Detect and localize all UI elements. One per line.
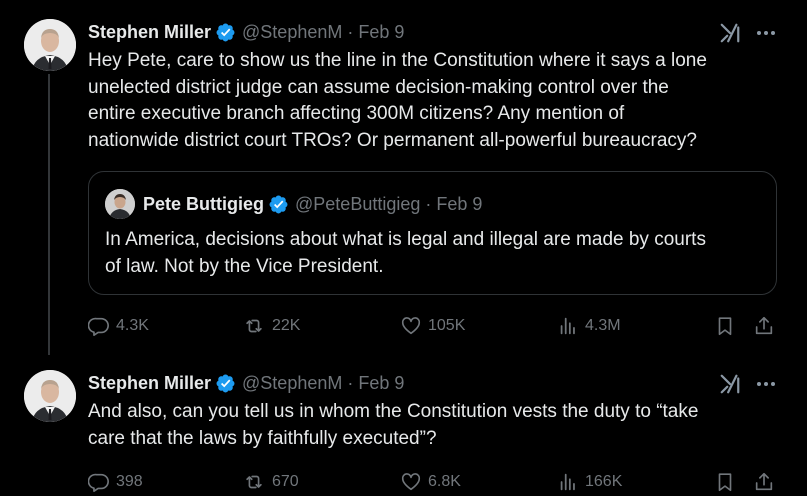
tweet-1[interactable]: Stephen Miller @StephenM · Feb 9 Hey Pet… — [0, 0, 807, 355]
view-count: 4.3M — [585, 317, 621, 334]
tweet-text: Hey Pete, care to show us the line in th… — [88, 50, 707, 151]
more-icon[interactable] — [755, 23, 777, 43]
repost-icon — [246, 475, 262, 489]
like-button[interactable]: 105K — [400, 313, 465, 339]
repost-icon — [246, 319, 262, 333]
like-button[interactable]: 6.8K — [400, 469, 461, 495]
more-icon[interactable] — [755, 374, 777, 394]
tweet-text: And also, can you tell us in whom the Co… — [88, 401, 699, 449]
views-button[interactable]: 4.3M — [557, 313, 621, 339]
tweet-header: Stephen Miller @StephenM · Feb 9 — [88, 20, 404, 44]
reply-count: 398 — [116, 473, 143, 490]
tweet-2[interactable]: Stephen Miller @StephenM · Feb 9 And als… — [0, 355, 807, 496]
views-icon — [560, 473, 575, 491]
like-count: 105K — [428, 317, 466, 334]
separator: · — [425, 193, 432, 214]
reply-count: 4.3K — [116, 317, 149, 334]
share-icon — [755, 472, 773, 491]
view-count: 166K — [585, 473, 623, 490]
tweet-date[interactable]: Feb 9 — [358, 22, 404, 43]
bookmark-icon — [718, 317, 732, 336]
bookmark-button[interactable] — [714, 313, 742, 339]
quote-author-name[interactable]: Pete Buttigieg — [143, 194, 264, 215]
avatar[interactable] — [24, 370, 76, 422]
repost-count: 670 — [272, 473, 299, 490]
like-icon — [401, 473, 421, 491]
verified-badge-icon — [215, 22, 236, 43]
repost-button[interactable]: 670 — [242, 469, 299, 495]
like-count: 6.8K — [428, 473, 461, 490]
bookmark-button[interactable] — [714, 469, 742, 495]
avatar[interactable] — [24, 19, 76, 71]
share-button[interactable] — [753, 313, 781, 339]
quote-avatar[interactable] — [105, 189, 135, 219]
views-icon — [560, 317, 575, 335]
share-button[interactable] — [753, 469, 781, 495]
thread-connector-line — [48, 74, 50, 364]
reply-button[interactable]: 4.3K — [88, 313, 149, 339]
quote-date[interactable]: Feb 9 — [436, 194, 482, 215]
reply-button[interactable]: 398 — [88, 469, 143, 495]
verified-badge-icon — [215, 373, 236, 394]
reply-icon — [88, 317, 109, 336]
reply-icon — [88, 473, 109, 492]
separator: · — [347, 21, 354, 42]
author-handle[interactable]: @StephenM — [242, 373, 342, 394]
grok-icon[interactable] — [719, 373, 741, 395]
repost-count: 22K — [272, 317, 301, 334]
views-button[interactable]: 166K — [557, 469, 622, 495]
action-bar: 398 670 6.8K 166K — [88, 469, 778, 495]
bookmark-icon — [718, 473, 732, 492]
action-bar: 4.3K 22K 105K 4.3M — [88, 313, 778, 339]
verified-badge-icon — [268, 194, 289, 215]
separator: · — [347, 372, 354, 393]
repost-button[interactable]: 22K — [242, 313, 300, 339]
quoted-tweet[interactable]: Pete Buttigieg @PeteButtigieg · Feb 9 In… — [88, 171, 777, 295]
quote-text: In America, decisions about what is lega… — [105, 229, 706, 277]
grok-icon[interactable] — [719, 22, 741, 44]
quote-header: Pete Buttigieg @PeteButtigieg · Feb 9 — [143, 192, 482, 216]
tweet-date[interactable]: Feb 9 — [358, 373, 404, 394]
author-name[interactable]: Stephen Miller — [88, 373, 211, 394]
author-handle[interactable]: @StephenM — [242, 22, 342, 43]
like-icon — [401, 317, 421, 335]
share-icon — [755, 316, 773, 335]
author-name[interactable]: Stephen Miller — [88, 22, 211, 43]
quote-author-handle[interactable]: @PeteButtigieg — [295, 194, 420, 215]
tweet-header: Stephen Miller @StephenM · Feb 9 — [88, 371, 404, 395]
